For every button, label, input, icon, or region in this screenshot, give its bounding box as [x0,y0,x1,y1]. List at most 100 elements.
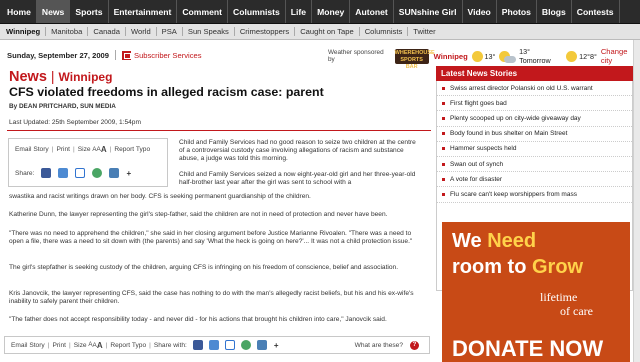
share-label: Share: [15,169,35,177]
technorati-icon[interactable] [256,340,267,350]
divider: | [50,68,55,84]
bullet-icon [442,177,445,181]
nav-tab-money[interactable]: Money [312,0,351,23]
article: News | Winnipeg CFS violated freedoms in… [0,66,438,362]
nav-tab-autonet[interactable]: Autonet [350,0,394,23]
facebook-icon[interactable] [192,340,203,350]
delicious-icon[interactable] [75,168,86,178]
nav-tab-home[interactable]: Home [0,0,37,23]
sub-navigation: Winnipeg Manitoba Canada World PSA Sun Speaks… [0,24,640,40]
facebook-icon[interactable] [41,168,52,178]
subnav-item-caught-on-tape[interactable]: Caught on Tape [295,27,360,36]
digg-icon[interactable] [58,168,69,178]
nav-tab-life[interactable]: Life [286,0,313,23]
bullet-icon [442,132,445,136]
text-size-large[interactable]: A [101,145,107,154]
paragraph: Child and Family Services had no good re… [179,139,416,163]
subnav-item-canada[interactable]: Canada [88,27,126,36]
nav-tab-photos[interactable]: Photos [497,0,537,23]
subnav-item-crimestoppers[interactable]: Crimestoppers [235,27,296,36]
subscriber-services-link[interactable]: Subscriber Services [134,51,202,60]
current-date: Sunday, September 27, 2009 [7,50,109,60]
ad-headline-1: We Need [452,230,537,252]
latest-story-link[interactable]: First flight goes bad [450,100,507,107]
sun-icon [471,50,483,62]
latest-story-link[interactable]: Swiss arrest director Polanski on old U.… [450,85,593,92]
weather-city[interactable]: Winnipeg [434,52,468,61]
nav-tab-comment[interactable]: Comment [177,0,228,23]
technorati-icon[interactable] [109,168,120,178]
latest-story-item[interactable]: Plenty scooped up on city-wide giveaway … [437,111,632,127]
bullet-icon [442,162,445,166]
latest-story-link[interactable]: A vote for disaster [450,176,502,183]
ad-brand: lifetime [540,290,578,304]
latest-story-link[interactable]: Body found in bus shelter on Main Street [450,130,567,137]
latest-story-item[interactable]: Hammer suspects held [437,142,632,157]
section-winnipeg-link[interactable]: Winnipeg [59,70,113,84]
latest-story-link[interactable]: Swan out of synch [450,161,503,168]
tools-row: Email Story | Print | Size A A A | Repor… [15,145,151,154]
digg-icon[interactable] [208,340,219,350]
article-updated: Last Updated: 25th September 2009, 1:54p… [9,119,141,126]
section-news-link[interactable]: News [9,69,47,85]
more-share-icon[interactable]: + [126,169,131,178]
latest-story-item[interactable]: Swan out of synch [437,157,632,173]
divider [115,50,116,60]
scrollbar[interactable] [633,40,640,362]
bullet-icon [442,101,445,105]
print-link[interactable]: Print [56,146,70,153]
subnav-item-psa[interactable]: PSA [157,27,183,36]
latest-story-link[interactable]: Flu scare can't keep worshippers from ma… [450,191,577,198]
bullet-icon [442,86,445,90]
donate-now-button[interactable]: DONATE NOW [452,336,603,362]
nav-tab-blogs[interactable]: Blogs [537,0,572,23]
email-story-link[interactable]: Email Story [15,146,49,153]
what-are-these-link[interactable]: What are these? [355,342,403,349]
stumbleupon-icon[interactable] [240,340,251,350]
bullet-icon [442,192,445,196]
info-bar: Sunday, September 27, 2009 Subscriber Se… [0,44,640,70]
nav-tab-news[interactable]: News [36,0,71,23]
report-typo-link[interactable]: Report Typo [110,342,146,349]
subnav-item-twitter[interactable]: Twitter [408,27,440,36]
subnav-item-sun-speaks[interactable]: Sun Speaks [183,27,235,36]
stumbleupon-icon[interactable] [92,168,103,178]
text-size-large[interactable]: A [97,341,103,350]
print-link[interactable]: Print [52,342,66,349]
nav-tab-contests[interactable]: Contests [572,0,620,23]
latest-news-title: Latest News Stories [436,66,633,81]
nav-tab-video[interactable]: Video [463,0,497,23]
latest-story-link[interactable]: Hammer suspects held [450,145,516,152]
latest-story-item[interactable]: A vote for disaster [437,172,632,188]
today-temp: 13° [484,51,496,61]
share-with-label: Share with: [153,341,187,349]
latest-story-item[interactable]: First flight goes bad [437,96,632,112]
email-story-link[interactable]: Email Story [11,342,45,349]
subnav-item-winnipeg[interactable]: Winnipeg [0,27,47,36]
nav-tab-entertainment[interactable]: Entertainment [109,0,178,23]
divider [7,130,431,131]
more-share-icon[interactable]: + [274,341,279,350]
ad-headline-2: room to Grow [452,256,584,278]
latest-story-item[interactable]: Flu scare can't keep worshippers from ma… [437,187,632,203]
latest-story-item[interactable]: Swiss arrest director Polanski on old U.… [437,81,632,97]
nav-tab-sports[interactable]: Sports [70,0,109,23]
size-label: Size [73,341,87,349]
bullet-icon [442,147,445,151]
report-typo-link[interactable]: Report Typo [114,146,150,153]
latest-story-item[interactable]: Body found in bus shelter on Main Street [437,127,632,142]
sponsor-logo[interactable]: WHEREHOUSE SPORTS BAR [394,48,435,70]
subnav-item-columnists[interactable]: Columnists [360,27,409,36]
delicious-icon[interactable] [224,340,235,350]
latest-story-link[interactable]: Plenty scooped up on city-wide giveaway … [450,115,581,122]
donate-ad[interactable]: We Need room to Grow lifetime of care DO… [442,222,630,362]
nav-tab-columnists[interactable]: Columnists [228,0,286,23]
subnav-item-manitoba[interactable]: Manitoba [46,27,89,36]
nav-tab-sunshine-girl[interactable]: SUNshine Girl [394,0,463,23]
share-row: Share: + [15,168,131,178]
weather-widget: Weather sponsored by WHEREHOUSE SPORTS B… [328,47,640,70]
help-icon[interactable]: ? [410,340,419,350]
size-label: Size [77,146,91,153]
subnav-item-world[interactable]: World [126,27,157,36]
paragraph: "The father does not accept responsibili… [9,316,387,323]
